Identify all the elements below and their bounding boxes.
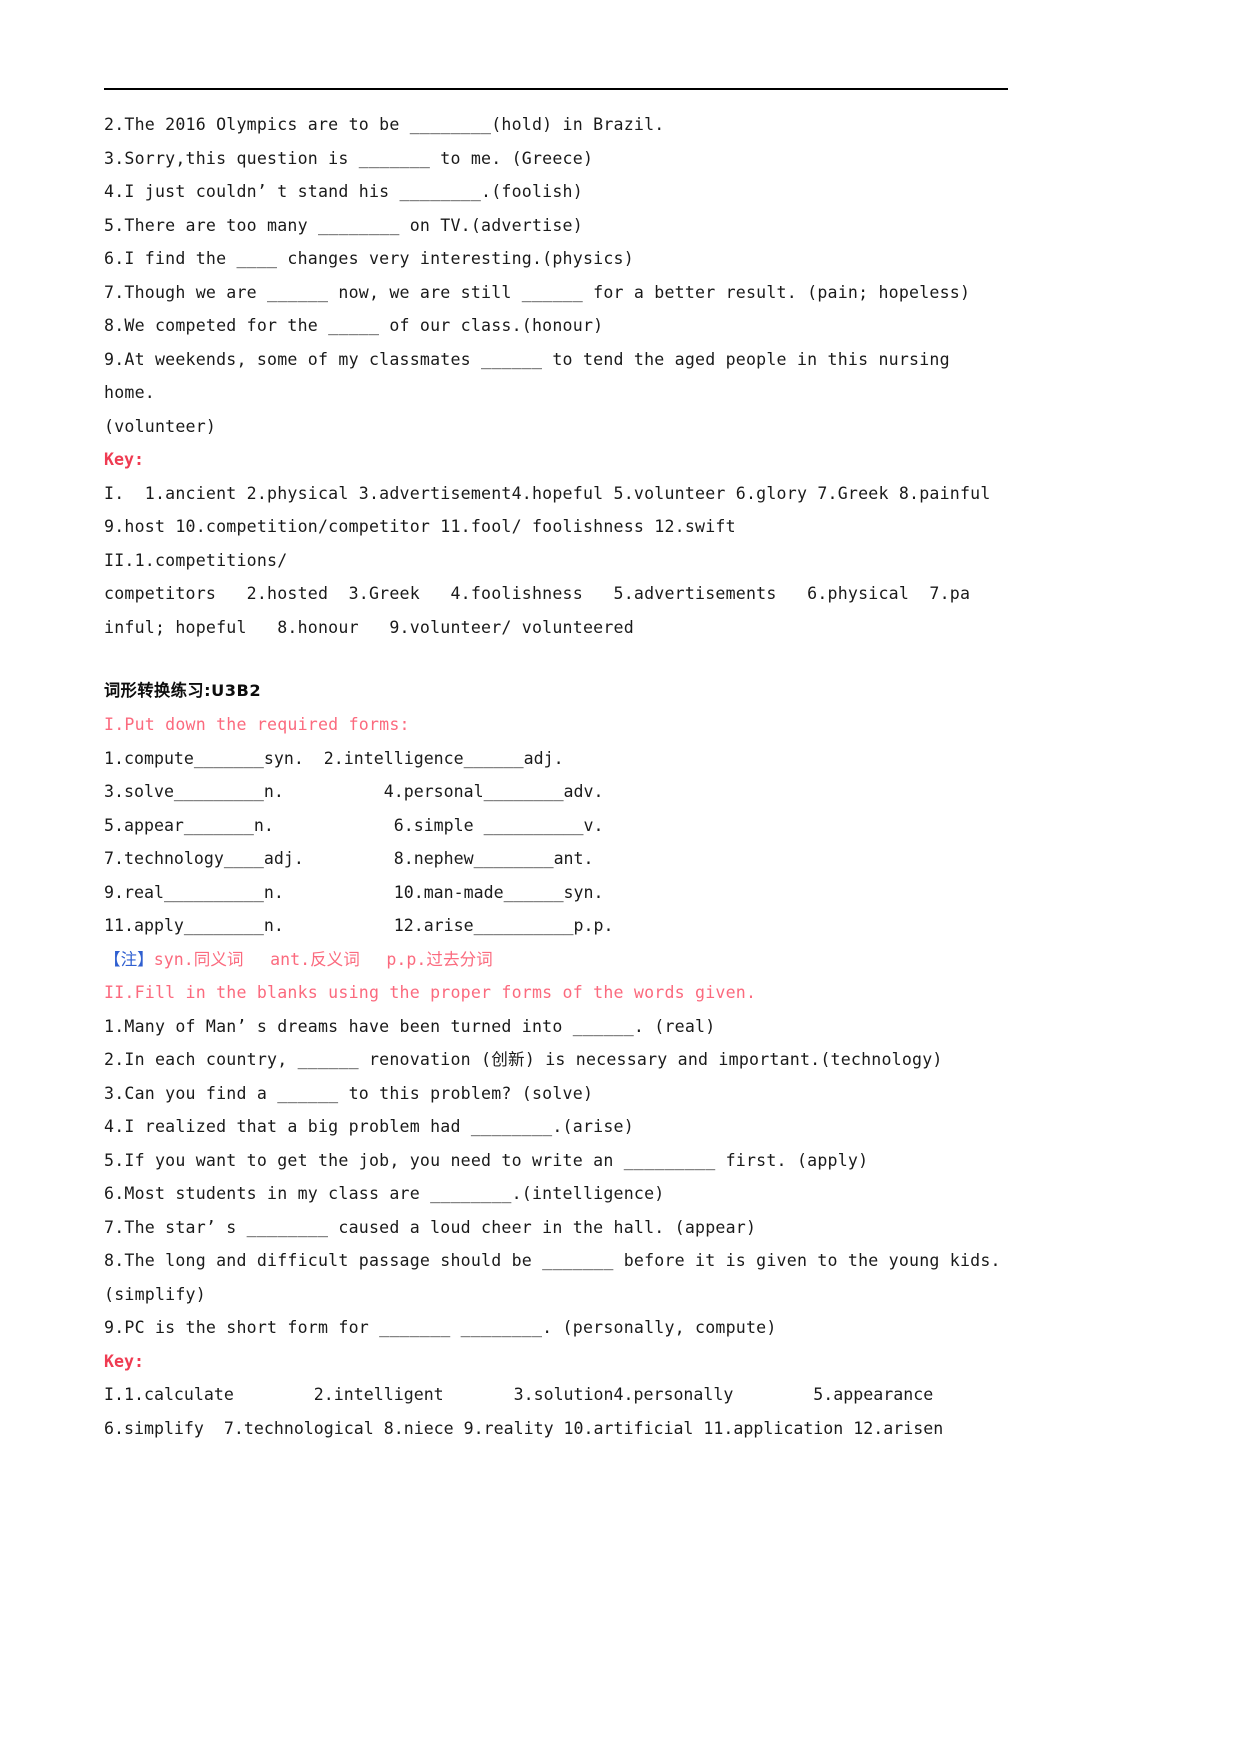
question-item: 6.I find the ____ changes very interesti… — [104, 249, 634, 268]
key-line: II.1.competitions/ — [104, 550, 288, 570]
fill-blank-item: 6.Most students in my class are ________… — [104, 1184, 665, 1203]
part-two-instruction: II.Fill in the blanks using the proper f… — [104, 983, 757, 1002]
form-item: 1.compute_______syn. 2.intelligence_____… — [104, 748, 564, 768]
header-divider — [104, 88, 1008, 90]
part-one-instruction: I.Put down the required forms: — [104, 715, 410, 734]
form-item: 5.appear_______n. 6.simple __________v. — [104, 815, 604, 835]
key-line: 9.host 10.competition/competitor 11.fool… — [104, 517, 736, 536]
document-page: 2.The 2016 Olympics are to be ________(h… — [0, 0, 1240, 1753]
fill-blank-item: 9.PC is the short form for _______ _____… — [104, 1318, 777, 1337]
form-item: 9.real__________n. 10.man-made______syn. — [104, 882, 604, 902]
fill-blank-item: 5.If you want to get the job, you need t… — [104, 1150, 869, 1170]
form-item: 3.solve_________n. 4.personal________adv… — [104, 782, 604, 801]
fill-blank-item: 4.I realized that a big problem had ____… — [104, 1117, 634, 1136]
fill-blank-item: 8.The long and difficult passage should … — [104, 1251, 1001, 1270]
form-item: 11.apply________n. 12.arise__________p.p… — [104, 916, 614, 935]
fill-blank-item: 7.The star’ s ________ caused a loud che… — [104, 1217, 757, 1237]
section-two-heading: 词形转换练习:U3B2 — [104, 681, 262, 700]
section-one-key: I. 1.ancient 2.physical 3.advertisement4… — [104, 477, 1008, 645]
question-item-continuation: (volunteer) — [104, 416, 217, 436]
section-two-key-label: Key: — [104, 1351, 144, 1371]
section-one-key-label: Key: — [104, 450, 144, 469]
fill-blank-item: 2.In each country, ______ renovation (创新… — [104, 1050, 943, 1069]
note-body: syn.同义词 ant.反义词 p.p.过去分词 — [153, 949, 493, 969]
part-one-items: 1.compute_______syn. 2.intelligence_____… — [104, 742, 1008, 943]
fill-blank-item: 1.Many of Man’ s dreams have been turned… — [104, 1016, 716, 1036]
question-item: 2.The 2016 Olympics are to be ________(h… — [104, 115, 665, 134]
question-item: 9.At weekends, some of my classmates ___… — [104, 349, 960, 403]
fill-blank-item-continuation: (simplify) — [104, 1284, 206, 1304]
question-item: 8.We competed for the _____ of our class… — [104, 316, 604, 335]
form-item: 7.technology____adj. 8.nephew________ant… — [104, 849, 594, 868]
question-item: 5.There are too many ________ on TV.(adv… — [104, 215, 583, 235]
part-two-items: 1.Many of Man’ s dreams have been turned… — [104, 1010, 1008, 1345]
section-two-key: I.1.calculate 2.intelligent 3.solution4.… — [104, 1378, 1008, 1445]
key-line: inful; hopeful 8.honour 9.volunteer/ vol… — [104, 617, 634, 637]
note-bracket-label: 【注】 — [104, 949, 154, 969]
question-item: 4.I just couldn’ t stand his ________.(f… — [104, 182, 583, 201]
key-line: I. 1.ancient 2.physical 3.advertisement4… — [104, 483, 991, 503]
question-item: 3.Sorry,this question is _______ to me. … — [104, 148, 594, 168]
key-line: 6.simplify 7.technological 8.niece 9.rea… — [104, 1418, 944, 1438]
abbreviation-note: 【注】syn.同义词 ant.反义词 p.p.过去分词 — [104, 943, 1008, 977]
question-item: 7.Though we are ______ now, we are still… — [104, 282, 971, 302]
key-line: I.1.calculate 2.intelligent 3.solution4.… — [104, 1385, 934, 1404]
page-content: 2.The 2016 Olympics are to be ________(h… — [104, 88, 1008, 1445]
fill-blank-item: 3.Can you find a ______ to this problem?… — [104, 1083, 594, 1103]
key-line: competitors 2.hosted 3.Greek 4.foolishne… — [104, 584, 971, 603]
section-one-questions: 2.The 2016 Olympics are to be ________(h… — [104, 108, 1008, 443]
